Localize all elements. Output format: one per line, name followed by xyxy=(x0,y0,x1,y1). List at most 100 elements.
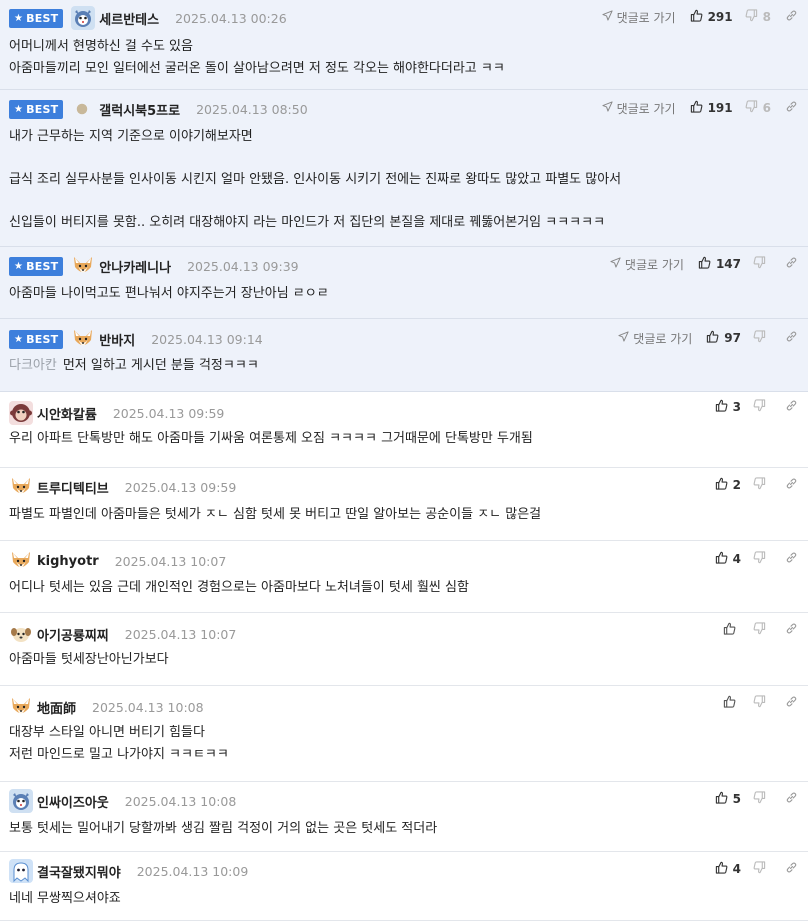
go-to-comment-label: 댓글로 가기 xyxy=(616,101,676,116)
like-button[interactable]: 191 xyxy=(690,100,733,116)
link-button[interactable] xyxy=(785,622,798,638)
avatar[interactable] xyxy=(71,254,95,278)
link-button[interactable] xyxy=(785,100,798,116)
thumbs-up-icon xyxy=(723,622,741,638)
link-button[interactable] xyxy=(785,695,798,711)
dislike-button[interactable] xyxy=(753,256,771,272)
avatar[interactable] xyxy=(71,327,95,351)
avatar[interactable] xyxy=(73,100,91,118)
author-nick[interactable]: 결국잘됐지뭐야 xyxy=(37,862,121,881)
avatar[interactable] xyxy=(9,859,33,883)
reply-target[interactable]: 다크아칸 xyxy=(9,358,57,373)
like-button[interactable]: 3 xyxy=(715,399,741,415)
author-nick[interactable]: 地面師 xyxy=(37,698,76,717)
link-button[interactable] xyxy=(785,551,798,567)
like-button[interactable] xyxy=(723,695,741,711)
comment-line: 어디나 텃세는 있음 근데 개인적인 경험으로는 아줌마보다 노처녀들이 텃세 … xyxy=(9,577,788,599)
comment-actions: 2 xyxy=(715,474,798,496)
link-button[interactable] xyxy=(785,9,798,25)
dislike-button[interactable] xyxy=(753,695,771,711)
dislike-button[interactable] xyxy=(753,622,771,638)
dislike-button[interactable] xyxy=(753,791,771,807)
comment-line: 급식 조리 실무사분들 인사이동 시킨지 얼마 안됐음. 인사이동 시키기 전에… xyxy=(9,169,788,191)
dislike-button[interactable] xyxy=(753,861,771,877)
go-to-comment-button[interactable]: 댓글로 가기 xyxy=(610,256,684,273)
like-button[interactable]: 291 xyxy=(690,9,733,25)
link-button[interactable] xyxy=(785,861,798,877)
comment-actions: 댓글로 가기 147 xyxy=(610,253,798,275)
dislike-button[interactable]: 6 xyxy=(745,100,771,116)
comment-line: 파별도 파별인데 아줌마들은 텃세가 ㅈㄴ 심함 텃세 못 버티고 딴일 알아보… xyxy=(9,504,788,526)
link-icon xyxy=(785,399,798,415)
thumbs-up-icon xyxy=(690,100,708,116)
best-comment: ★ BEST 반바지 2025.04.13 09:14 댓글로 가기 97 다크아칸 먼저 일… xyxy=(0,319,808,392)
best-comment: ★ BEST 안나카레니나 2025.04.13 09:39 댓글로 가기 147 아줌마들… xyxy=(0,247,808,319)
fox-icon xyxy=(9,549,33,573)
dislike-button[interactable] xyxy=(753,477,771,493)
comment-actions: 3 xyxy=(715,396,798,418)
link-button[interactable] xyxy=(785,477,798,493)
author-nick[interactable]: 인싸이즈아웃 xyxy=(37,792,109,811)
author-nick[interactable]: 시안화칼륨 xyxy=(37,404,97,423)
like-button[interactable]: 4 xyxy=(715,551,741,567)
monkey-icon xyxy=(9,401,33,425)
comment-body: 보통 텃세는 밀어내기 당할까봐 생김 짤림 걱정이 거의 없는 곳은 텃세도 … xyxy=(9,818,788,840)
avatar[interactable] xyxy=(9,549,33,573)
go-to-comment-button[interactable]: 댓글로 가기 xyxy=(618,330,692,347)
like-button[interactable]: 147 xyxy=(698,256,741,272)
thumbs-up-icon xyxy=(715,861,733,877)
like-button[interactable] xyxy=(723,622,741,638)
link-icon xyxy=(785,100,798,116)
thumbs-up-icon xyxy=(723,695,741,711)
send-icon xyxy=(601,101,617,115)
comment-header: 결국잘됐지뭐야 2025.04.13 10:09 xyxy=(9,859,808,883)
like-button[interactable]: 2 xyxy=(715,477,741,493)
best-label: BEST xyxy=(26,102,59,116)
dislike-button[interactable]: 8 xyxy=(745,9,771,25)
best-badge: ★ BEST xyxy=(9,8,64,28)
link-button[interactable] xyxy=(785,399,798,415)
like-button[interactable]: 5 xyxy=(715,791,741,807)
author-nick[interactable]: 갤럭시북5프로 xyxy=(99,100,180,119)
comment-text: 저런 마인드로 밀고 나가야지 ㅋㅋㅌㅋㅋ xyxy=(9,746,229,762)
avatar[interactable] xyxy=(9,475,33,499)
comment-line: 저런 마인드로 밀고 나가야지 ㅋㅋㅌㅋㅋ xyxy=(9,744,788,766)
like-count: 5 xyxy=(732,792,741,806)
author-nick[interactable]: 반바지 xyxy=(99,330,135,349)
go-to-comment-button[interactable]: 댓글로 가기 xyxy=(601,9,676,26)
dislike-button[interactable] xyxy=(753,399,771,415)
like-button[interactable]: 4 xyxy=(715,861,741,877)
author-nick[interactable]: 트루디텍티브 xyxy=(37,478,109,497)
best-badge: ★ BEST xyxy=(9,99,64,119)
dislike-button[interactable] xyxy=(753,330,771,346)
avatar[interactable] xyxy=(9,695,33,719)
avatar[interactable] xyxy=(71,6,96,30)
avatar[interactable] xyxy=(9,789,33,813)
fox-icon xyxy=(71,254,95,278)
go-to-comment-button[interactable]: 댓글로 가기 xyxy=(601,100,676,117)
like-button[interactable]: 97 xyxy=(706,330,741,346)
comment-actions: 4 xyxy=(715,548,798,570)
comment-date: 2025.04.13 09:59 xyxy=(112,405,225,421)
link-button[interactable] xyxy=(785,330,798,346)
avatar[interactable] xyxy=(9,401,33,425)
send-icon xyxy=(610,257,625,271)
comment-actions: 5 xyxy=(715,788,798,810)
thumbs-down-icon xyxy=(753,861,771,877)
author-nick[interactable]: 아기공룡찌찌 xyxy=(37,625,109,644)
link-button[interactable] xyxy=(785,791,798,807)
comment: 아기공룡찌찌 2025.04.13 10:07 아줌마들 텃세장난아닌가보다 xyxy=(0,613,808,686)
comment-line: 보통 텃세는 밀어내기 당할까봐 생김 짤림 걱정이 거의 없는 곳은 텃세도 … xyxy=(9,818,788,840)
author-nick[interactable]: 세르반테스 xyxy=(99,9,159,28)
author-nick[interactable]: 안나카레니나 xyxy=(99,257,171,276)
author-nick[interactable]: kighyotr xyxy=(37,554,99,569)
comment-body: 내가 근무하는 지역 기준으로 이야기해보자면 급식 조리 실무사분들 인사이동 … xyxy=(9,126,788,234)
dislike-button[interactable] xyxy=(753,551,771,567)
dislike-count: 6 xyxy=(762,101,771,115)
dot-icon xyxy=(73,100,91,118)
link-button[interactable] xyxy=(785,256,798,272)
thumbs-down-icon xyxy=(745,100,763,116)
avatar[interactable] xyxy=(9,622,33,646)
comment-text: 급식 조리 실무사분들 인사이동 시킨지 얼마 안됐음. 인사이동 시키기 전에… xyxy=(9,172,622,187)
comment-text: 아줌마들 나이먹고도 편나눠서 야지주는거 장난아님 ㄹㅇㄹ xyxy=(9,286,329,301)
